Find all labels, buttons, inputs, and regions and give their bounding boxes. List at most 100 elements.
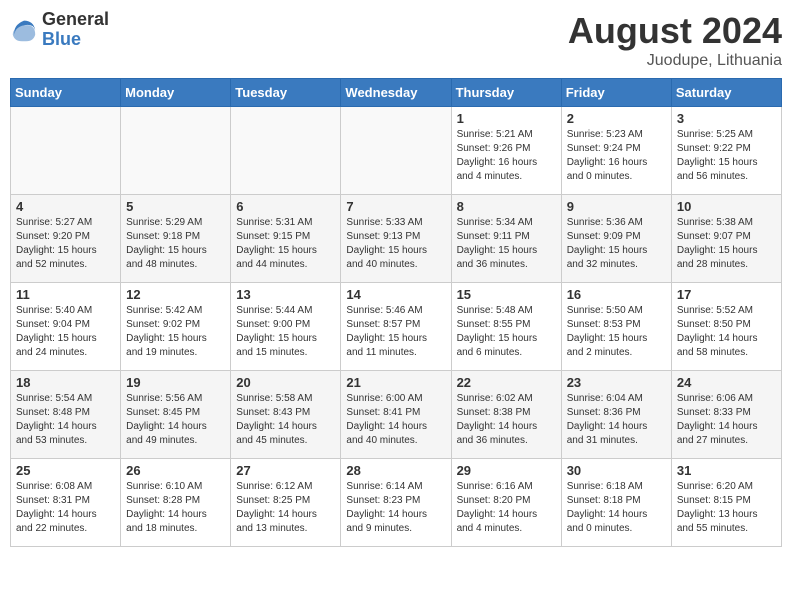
calendar-week-1: 1 Sunrise: 5:21 AMSunset: 9:26 PMDaylight…: [11, 107, 782, 195]
calendar-cell: 21Sunrise: 6:00 AMSunset: 8:41 PMDayligh…: [341, 371, 451, 459]
day-info: Sunrise: 5:34 AMSunset: 9:11 PMDaylight:…: [457, 216, 556, 272]
calendar-cell: 8 Sunrise: 5:34 AMSunset: 9:11 PMDaylight…: [451, 195, 561, 283]
day-info: Sunrise: 5:33 AMSunset: 9:13 PMDaylight:…: [346, 216, 445, 272]
day-header-wednesday: Wednesday: [341, 79, 451, 107]
day-info: Sunrise: 6:12 AMSunset: 8:25 PMDaylight:…: [236, 480, 335, 536]
day-info: Sunrise: 6:16 AMSunset: 8:20 PMDaylight:…: [457, 480, 556, 536]
day-info: Sunrise: 5:40 AMSunset: 9:04 PMDaylight:…: [16, 304, 115, 360]
calendar-cell: 30 Sunrise: 6:18 AMSunset: 8:18 PMDayligh…: [561, 459, 671, 547]
day-number: 18: [16, 375, 115, 390]
day-number: 13: [236, 287, 335, 302]
logo: General Blue: [10, 10, 109, 50]
day-header-tuesday: Tuesday: [231, 79, 341, 107]
day-number: 4: [16, 199, 115, 214]
calendar-cell: 13 Sunrise: 5:44 AMSunset: 9:00 PMDayligh…: [231, 283, 341, 371]
day-number: 8: [457, 199, 556, 214]
title-block: August 2024 Juodupe, Lithuania: [568, 10, 782, 70]
calendar-week-4: 18 Sunrise: 5:54 AMSunset: 8:48 PMDayligh…: [11, 371, 782, 459]
calendar-cell: 18 Sunrise: 5:54 AMSunset: 8:48 PMDayligh…: [11, 371, 121, 459]
day-info: Sunrise: 5:31 AMSunset: 9:15 PMDaylight:…: [236, 216, 335, 272]
calendar-cell: 9Sunrise: 5:36 AMSunset: 9:09 PMDaylight…: [561, 195, 671, 283]
day-number: 31: [677, 463, 776, 478]
day-info: Sunrise: 5:52 AMSunset: 8:50 PMDaylight:…: [677, 304, 776, 360]
day-info: Sunrise: 5:38 AMSunset: 9:07 PMDaylight:…: [677, 216, 776, 272]
calendar-cell: 23 Sunrise: 6:04 AMSunset: 8:36 PMDayligh…: [561, 371, 671, 459]
day-info: Sunrise: 6:20 AMSunset: 8:15 PMDaylight:…: [677, 480, 776, 536]
day-header-friday: Friday: [561, 79, 671, 107]
calendar-cell: 5 Sunrise: 5:29 AMSunset: 9:18 PMDaylight…: [121, 195, 231, 283]
day-number: 16: [567, 287, 666, 302]
logo-general: General: [42, 10, 109, 30]
day-number: 27: [236, 463, 335, 478]
calendar-cell: 31 Sunrise: 6:20 AMSunset: 8:15 PMDayligh…: [671, 459, 781, 547]
day-header-thursday: Thursday: [451, 79, 561, 107]
calendar-cell: 24 Sunrise: 6:06 AMSunset: 8:33 PMDayligh…: [671, 371, 781, 459]
calendar-week-3: 11 Sunrise: 5:40 AMSunset: 9:04 PMDayligh…: [11, 283, 782, 371]
day-number: 28: [346, 463, 445, 478]
calendar-cell: 15Sunrise: 5:48 AMSunset: 8:55 PMDayligh…: [451, 283, 561, 371]
day-number: 2: [567, 111, 666, 126]
day-info: Sunrise: 6:04 AMSunset: 8:36 PMDaylight:…: [567, 392, 666, 448]
calendar-cell: 10 Sunrise: 5:38 AMSunset: 9:07 PMDayligh…: [671, 195, 781, 283]
page-header: General Blue August 2024 Juodupe, Lithua…: [10, 10, 782, 70]
day-info: Sunrise: 6:10 AMSunset: 8:28 PMDaylight:…: [126, 480, 225, 536]
day-info: Sunrise: 5:25 AMSunset: 9:22 PMDaylight:…: [677, 128, 776, 184]
day-info: Sunrise: 5:23 AMSunset: 9:24 PMDaylight:…: [567, 128, 666, 184]
day-number: 20: [236, 375, 335, 390]
calendar-cell: 27 Sunrise: 6:12 AMSunset: 8:25 PMDayligh…: [231, 459, 341, 547]
calendar-table: SundayMondayTuesdayWednesdayThursdayFrid…: [10, 78, 782, 547]
calendar-cell: [121, 107, 231, 195]
day-info: Sunrise: 6:06 AMSunset: 8:33 PMDaylight:…: [677, 392, 776, 448]
calendar-week-5: 25Sunrise: 6:08 AMSunset: 8:31 PMDayligh…: [11, 459, 782, 547]
day-info: Sunrise: 5:56 AMSunset: 8:45 PMDaylight:…: [126, 392, 225, 448]
day-number: 29: [457, 463, 556, 478]
day-info: Sunrise: 5:29 AMSunset: 9:18 PMDaylight:…: [126, 216, 225, 272]
day-info: Sunrise: 5:46 AMSunset: 8:57 PMDaylight:…: [346, 304, 445, 360]
day-number: 12: [126, 287, 225, 302]
calendar-cell: 3 Sunrise: 5:25 AMSunset: 9:22 PMDaylight…: [671, 107, 781, 195]
calendar-cell: 14 Sunrise: 5:46 AMSunset: 8:57 PMDayligh…: [341, 283, 451, 371]
day-number: 5: [126, 199, 225, 214]
day-info: Sunrise: 6:14 AMSunset: 8:23 PMDaylight:…: [346, 480, 445, 536]
day-number: 1: [457, 111, 556, 126]
day-info: Sunrise: 6:18 AMSunset: 8:18 PMDaylight:…: [567, 480, 666, 536]
day-info: Sunrise: 5:44 AMSunset: 9:00 PMDaylight:…: [236, 304, 335, 360]
day-info: Sunrise: 6:02 AMSunset: 8:38 PMDaylight:…: [457, 392, 556, 448]
day-number: 22: [457, 375, 556, 390]
calendar-cell: 25Sunrise: 6:08 AMSunset: 8:31 PMDayligh…: [11, 459, 121, 547]
day-number: 6: [236, 199, 335, 214]
day-info: Sunrise: 5:21 AMSunset: 9:26 PMDaylight:…: [457, 128, 556, 184]
calendar-cell: 16Sunrise: 5:50 AMSunset: 8:53 PMDayligh…: [561, 283, 671, 371]
calendar-cell: 26 Sunrise: 6:10 AMSunset: 8:28 PMDayligh…: [121, 459, 231, 547]
calendar-header-row: SundayMondayTuesdayWednesdayThursdayFrid…: [11, 79, 782, 107]
calendar-cell: 1 Sunrise: 5:21 AMSunset: 9:26 PMDaylight…: [451, 107, 561, 195]
day-number: 14: [346, 287, 445, 302]
calendar-cell: 28 Sunrise: 6:14 AMSunset: 8:23 PMDayligh…: [341, 459, 451, 547]
day-number: 10: [677, 199, 776, 214]
title-month: August 2024: [568, 10, 782, 52]
day-number: 30: [567, 463, 666, 478]
calendar-cell: 7 Sunrise: 5:33 AMSunset: 9:13 PMDaylight…: [341, 195, 451, 283]
calendar-cell: 17 Sunrise: 5:52 AMSunset: 8:50 PMDayligh…: [671, 283, 781, 371]
logo-blue: Blue: [42, 30, 109, 50]
day-number: 9: [567, 199, 666, 214]
calendar-cell: 2 Sunrise: 5:23 AMSunset: 9:24 PMDaylight…: [561, 107, 671, 195]
calendar-cell: 20 Sunrise: 5:58 AMSunset: 8:43 PMDayligh…: [231, 371, 341, 459]
day-info: Sunrise: 5:42 AMSunset: 9:02 PMDaylight:…: [126, 304, 225, 360]
logo-text: General Blue: [42, 10, 109, 50]
day-info: Sunrise: 5:58 AMSunset: 8:43 PMDaylight:…: [236, 392, 335, 448]
day-info: Sunrise: 6:00 AMSunset: 8:41 PMDaylight:…: [346, 392, 445, 448]
day-number: 7: [346, 199, 445, 214]
day-number: 17: [677, 287, 776, 302]
day-number: 26: [126, 463, 225, 478]
day-number: 25: [16, 463, 115, 478]
calendar-cell: 6 Sunrise: 5:31 AMSunset: 9:15 PMDaylight…: [231, 195, 341, 283]
calendar-cell: 29 Sunrise: 6:16 AMSunset: 8:20 PMDayligh…: [451, 459, 561, 547]
calendar-cell: [341, 107, 451, 195]
day-number: 24: [677, 375, 776, 390]
day-number: 23: [567, 375, 666, 390]
day-number: 11: [16, 287, 115, 302]
day-info: Sunrise: 5:54 AMSunset: 8:48 PMDaylight:…: [16, 392, 115, 448]
day-header-sunday: Sunday: [11, 79, 121, 107]
day-number: 3: [677, 111, 776, 126]
